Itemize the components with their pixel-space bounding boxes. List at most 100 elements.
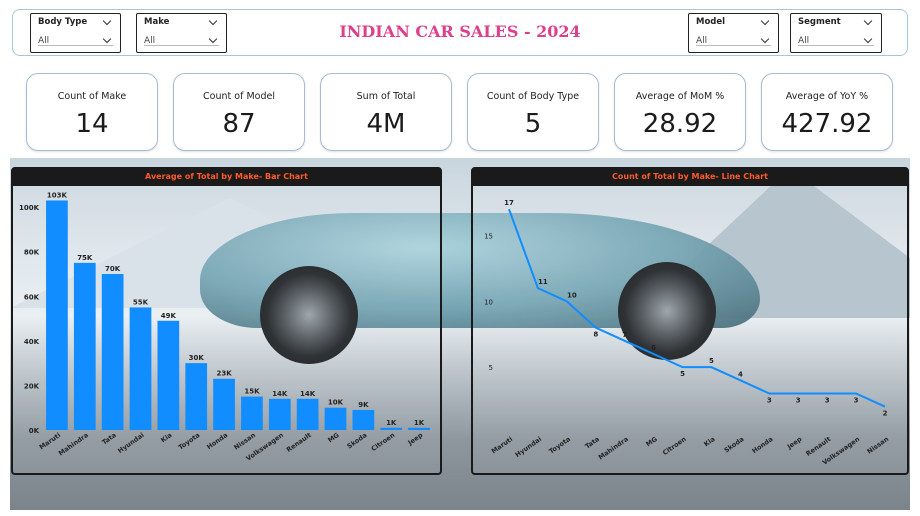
bar [296,398,319,430]
line-data-label: 2 [883,410,888,418]
line-data-label: 3 [854,397,859,405]
y-tick-label: 15 [484,233,493,241]
kpi-label: Count of Make [57,91,127,102]
y-tick-label: 80K [24,249,40,257]
bar-data-label: 23K [216,370,232,378]
kpi-value: 4M [366,109,406,139]
bar-data-label: 1K [414,419,425,427]
x-tick-label: Skoda [346,431,369,450]
bar-chart-panel[interactable]: Average of Total by Make- Bar Chart 0K 20… [11,167,442,475]
bar-data-label: 9K [358,401,369,409]
bar-chart[interactable]: 0K 20K 40K 60K 80K 100K 103K Maruti 75K Mahindra 7… [13,186,440,473]
y-tick-label: 5 [489,364,493,372]
kpi-value: 28.92 [642,109,718,139]
kpi-card-sum-of-total: Sum of Total 4M [320,73,452,151]
kpi-value: 427.92 [781,109,873,139]
kpi-card-average-mom: Average of MoM % 28.92 [614,73,746,151]
page-title: INDIAN CAR SALES - 2024 [339,22,581,41]
bar [101,274,124,430]
x-tick-label: Kia [702,435,716,448]
x-tick-label: Maruti [38,431,62,451]
line-data-label: 5 [680,370,685,378]
bar-data-label: 14K [300,390,316,398]
slicer-underline [38,45,113,46]
bar [185,363,208,430]
x-tick-label: Jeep [785,435,804,451]
x-tick-label: Tata [101,431,118,446]
bar [213,378,235,430]
x-tick-label: Maruti [490,435,514,455]
kpi-card-count-of-body-type: Count of Body Type 5 [467,73,599,151]
line-chart-panel[interactable]: Count of Total by Make- Line Chart 5 10 15… [471,167,909,475]
bar-data-label: 1K [386,419,397,427]
line-data-label: 17 [504,199,514,207]
y-tick-label: 20K [24,382,40,390]
slicer-underline [144,45,219,46]
bar [129,307,152,430]
kpi-label: Count of Body Type [486,91,580,102]
x-tick-label: Hyundai [514,435,543,459]
bar [324,407,347,430]
line-data-label: 4 [738,370,743,378]
x-tick-label: Renault [285,431,313,454]
slicer-underline [798,45,874,46]
line-data-label: 11 [538,278,548,286]
x-tick-label: Nissan [232,431,257,452]
line-data-label: 3 [796,397,801,405]
y-tick-label: 100K [19,204,40,212]
bar-data-label: 49K [161,312,177,320]
line-chart[interactable]: 5 10 15 17 Maruti 11 Hyundai 10 Toyota 8 Tata 7 Mahi… [473,186,907,473]
kpi-label: Average of MoM % [635,91,725,102]
bar [408,427,430,430]
x-tick-label: MG [326,431,340,444]
x-tick-label: Hyundai [116,431,145,455]
bar [157,320,180,430]
bar [73,262,96,430]
bar-data-label: 55K [133,298,149,306]
bar [241,396,263,430]
bar [380,427,403,430]
y-tick-label: 0K [29,427,40,435]
bar [268,398,291,430]
y-tick-label: 10 [484,298,493,306]
x-tick-label: Honda [205,431,229,451]
line-data-label: 3 [825,397,830,405]
x-tick-label: Tata [584,435,601,450]
bar-chart-title: Average of Total by Make- Bar Chart [145,172,308,181]
bar [352,409,375,430]
line-data-label: 7 [622,331,627,339]
x-tick-label: Mahindra [597,435,630,461]
kpi-value: 87 [222,109,256,139]
x-tick-label: Jeep [406,431,425,447]
kpi-value: 14 [75,109,109,139]
x-tick-label: Nissan [866,435,891,456]
line-data-label: 5 [709,357,714,365]
x-tick-label: Skoda [723,435,746,454]
kpi-value: 5 [524,109,542,139]
kpi-label: Sum of Total [356,91,416,102]
x-tick-label: Toyota [548,435,572,455]
x-tick-label: Mahindra [57,431,90,457]
line-data-label: 10 [567,291,577,299]
kpi-label: Average of YoY % [785,91,869,102]
bar-data-label: 30K [189,354,205,362]
y-tick-label: 40K [24,338,40,346]
x-tick-label: Toyota [177,431,201,451]
x-tick-label: Citroen [370,431,397,453]
x-tick-label: Honda [751,435,775,455]
bar-data-label: 10K [328,399,344,407]
kpi-card-count-of-model: Count of Model 87 [173,73,305,151]
bar-data-label: 75K [77,254,93,262]
bar-data-label: 14K [272,390,288,398]
line-data-label: 6 [651,344,656,352]
kpi-card-average-yoy: Average of YoY % 427.92 [761,73,893,151]
kpi-strip: Count of Make 14 Count of Model 87 Sum o… [18,64,902,158]
series-line [508,208,886,408]
y-tick-label: 60K [24,293,40,301]
bar-data-label: 15K [244,388,260,396]
kpi-label: Count of Model [203,91,275,102]
bar [46,200,68,430]
line-data-label: 8 [593,331,598,339]
slicer-underline [696,45,771,46]
x-tick-label: Citroen [661,435,688,457]
